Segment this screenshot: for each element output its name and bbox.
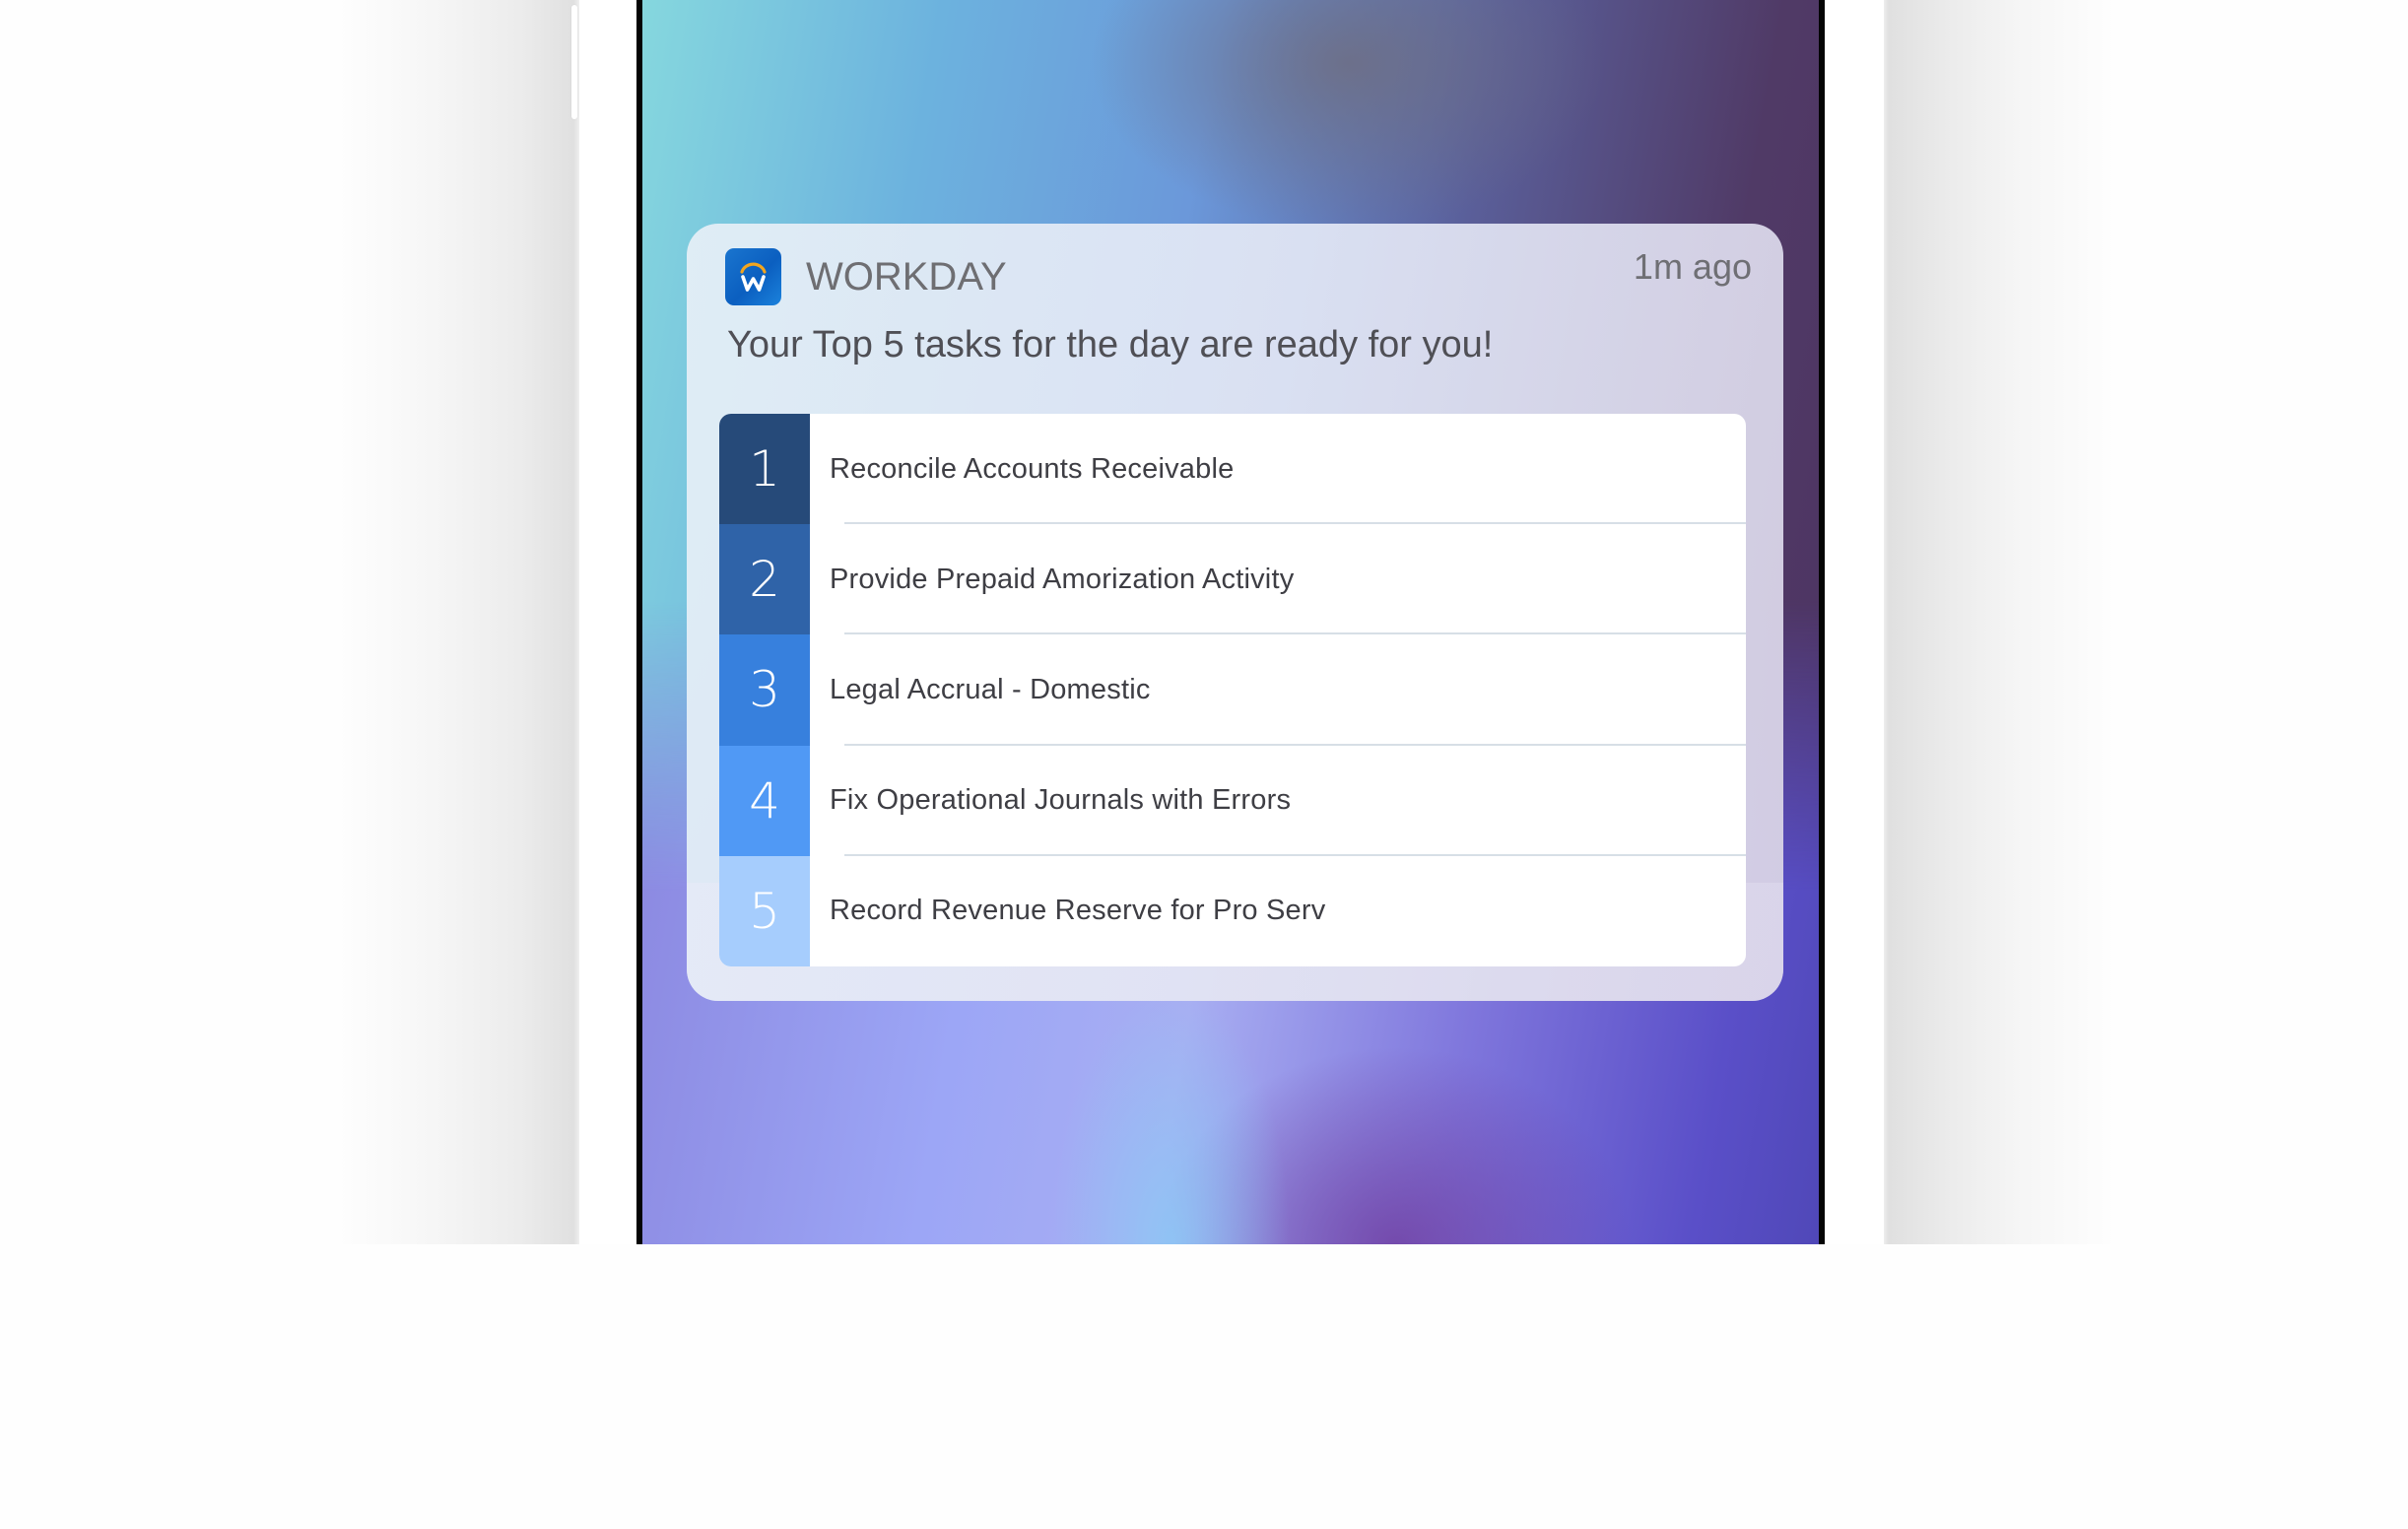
task-number-badge: 2 bbox=[719, 524, 810, 635]
task-row[interactable]: 1 Reconcile Accounts Receivable bbox=[719, 414, 1746, 525]
task-number-badge: 3 bbox=[719, 634, 810, 746]
task-label: Provide Prepaid Amorization Activity bbox=[830, 563, 1295, 595]
notification-timestamp: 1m ago bbox=[1633, 246, 1752, 287]
page: WORKDAY 1m ago Your Top 5 tasks for the … bbox=[0, 0, 2408, 1244]
device-shadow-right bbox=[1882, 0, 2118, 1244]
notification-card[interactable]: WORKDAY 1m ago Your Top 5 tasks for the … bbox=[687, 224, 1783, 1001]
task-label: Legal Accrual - Domestic bbox=[830, 673, 1151, 705]
task-number-badge: 5 bbox=[719, 855, 810, 966]
task-row[interactable]: 4 Fix Operational Journals with Errors bbox=[719, 745, 1746, 856]
device-shadow-left bbox=[335, 0, 581, 1244]
phone-side-button bbox=[571, 5, 577, 119]
task-row[interactable]: 5 Record Revenue Reserve for Pro Serv bbox=[719, 855, 1746, 966]
app-name: WORKDAY bbox=[806, 255, 1007, 299]
task-number-badge: 4 bbox=[719, 745, 810, 856]
task-row[interactable]: 3 Legal Accrual - Domestic bbox=[719, 634, 1746, 746]
task-row[interactable]: 2 Provide Prepaid Amorization Activity bbox=[719, 524, 1746, 635]
task-label: Record Revenue Reserve for Pro Serv bbox=[830, 895, 1326, 927]
task-label: Reconcile Accounts Receivable bbox=[830, 452, 1235, 485]
task-label: Fix Operational Journals with Errors bbox=[830, 784, 1292, 817]
workday-logo-icon bbox=[725, 248, 781, 305]
task-number-badge: 1 bbox=[719, 414, 810, 525]
task-list: 1 Reconcile Accounts Receivable 2 Provid… bbox=[719, 414, 1746, 966]
notification-message: Your Top 5 tasks for the day are ready f… bbox=[727, 324, 1494, 366]
